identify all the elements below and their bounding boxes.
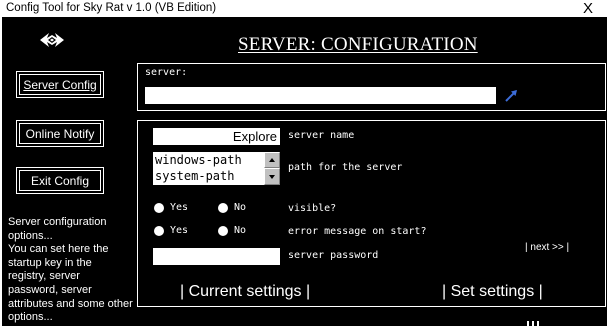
close-icon[interactable]: X	[580, 0, 596, 17]
server-label: server:	[145, 67, 188, 78]
server-password-input[interactable]	[153, 248, 280, 265]
settings-panel	[137, 120, 606, 307]
server-name-input[interactable]	[153, 128, 280, 145]
visible-label: visible?	[288, 203, 337, 214]
visible-no-label: No	[234, 202, 247, 213]
online-notify-button[interactable]: Online Notify	[16, 120, 104, 147]
server-config-button[interactable]: Server Config	[16, 71, 104, 98]
server-input[interactable]	[145, 87, 496, 104]
path-listbox[interactable]: windows-path system-path	[153, 152, 280, 185]
error-yes-radio[interactable]	[154, 226, 164, 236]
error-message-label: error message on start?	[288, 226, 427, 237]
server-password-label: server password	[288, 250, 379, 261]
page-title: SERVER: CONFIGURATION	[238, 34, 478, 55]
arrow-icon[interactable]	[504, 88, 519, 103]
current-settings-button[interactable]: | Current settings |	[180, 283, 310, 301]
error-no-radio[interactable]	[218, 226, 228, 236]
exit-config-button[interactable]: Exit Config	[16, 167, 104, 194]
resize-grip-icon[interactable]	[527, 321, 539, 327]
visible-yes-label: Yes	[170, 202, 189, 213]
help-text: Server configuration options... You can …	[8, 216, 133, 324]
sky-rat-logo-icon	[40, 33, 64, 47]
visible-yes-radio[interactable]	[154, 203, 164, 213]
next-button[interactable]: | next >> |	[525, 242, 569, 253]
list-item[interactable]: windows-path	[155, 153, 242, 168]
window-frame-bottom	[0, 326, 614, 330]
online-notify-label: Online Notify	[25, 126, 95, 141]
server-name-label: server name	[288, 130, 355, 141]
list-item[interactable]: system-path	[155, 169, 234, 184]
scroll-down-button[interactable]	[264, 168, 280, 185]
chevron-up-icon	[269, 158, 275, 162]
scroll-up-button[interactable]	[264, 152, 280, 168]
exit-config-label: Exit Config	[30, 173, 90, 188]
path-label: path for the server	[288, 162, 403, 173]
title-bar: Config Tool for Sky Rat v 1.0 (VB Editio…	[0, 0, 614, 17]
visible-no-radio[interactable]	[218, 203, 228, 213]
window-frame-right	[607, 17, 614, 330]
error-no-label: No	[234, 225, 247, 236]
set-settings-button[interactable]: | Set settings |	[442, 283, 543, 301]
chevron-down-icon	[269, 175, 275, 179]
window-title: Config Tool for Sky Rat v 1.0 (VB Editio…	[6, 2, 217, 14]
window-frame-left	[0, 17, 2, 330]
server-config-label: Server Config	[23, 77, 97, 92]
error-yes-label: Yes	[170, 225, 189, 236]
